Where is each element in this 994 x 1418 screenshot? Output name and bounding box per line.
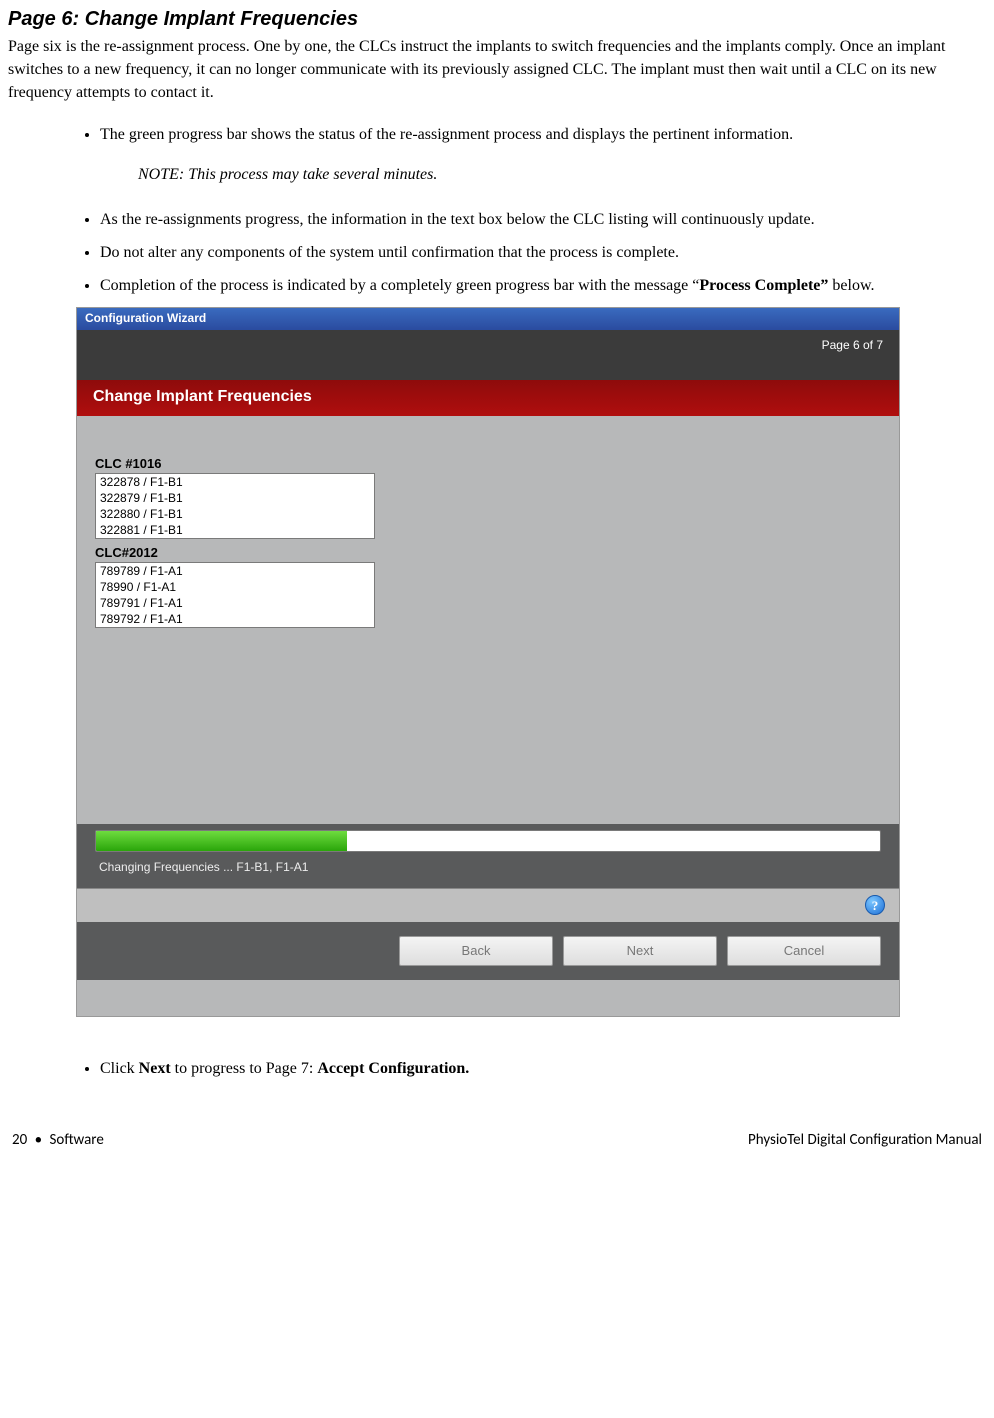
back-button[interactable]: Back (399, 936, 553, 966)
list-item[interactable]: 789789 / F1-A1 (96, 563, 374, 579)
page-heading: Page 6: Change Implant Frequencies (8, 8, 986, 31)
wizard-banner: Change Implant Frequencies (77, 380, 899, 416)
list-item[interactable]: 789791 / F1-A1 (96, 595, 374, 611)
wizard-window: Configuration Wizard Page 6 of 7 Change … (76, 307, 900, 1017)
note-text: NOTE: This process may take several minu… (138, 166, 986, 184)
clc2-label: CLC#2012 (95, 545, 881, 560)
post-prefix: Click (100, 1060, 139, 1077)
progress-fill (96, 831, 347, 851)
list-item: Do not alter any components of the syste… (100, 241, 986, 264)
clc1-label: CLC #1016 (95, 456, 881, 471)
clc2-list[interactable]: 789789 / F1-A1 78990 / F1-A1 789791 / F1… (95, 562, 375, 628)
footer-section: Software (50, 1131, 104, 1149)
list-item: Completion of the process is indicated b… (100, 274, 986, 297)
list-item[interactable]: 322880 / F1-B1 (96, 506, 374, 522)
clc-groups: CLC #1016 322878 / F1-B1 322879 / F1-B1 … (95, 456, 881, 876)
window-header: Page 6 of 7 (77, 330, 899, 380)
list-item[interactable]: 322879 / F1-B1 (96, 490, 374, 506)
help-row: ? (77, 888, 899, 922)
bullet3-prefix: Completion of the process is indicated b… (100, 277, 699, 294)
cancel-button[interactable]: Cancel (727, 936, 881, 966)
list-item: The green progress bar shows the status … (100, 123, 986, 146)
list-item[interactable]: 322881 / F1-B1 (96, 522, 374, 538)
page-number: 20 (12, 1131, 27, 1149)
wizard-button-row: Back Next Cancel (77, 922, 899, 980)
list-item: As the re-assignments progress, the info… (100, 208, 986, 231)
post-bullet-list: Click Next to progress to Page 7: Accept… (70, 1057, 986, 1080)
wizard-body: CLC #1016 322878 / F1-B1 322879 / F1-B1 … (77, 416, 899, 888)
list-item[interactable]: 322878 / F1-B1 (96, 474, 374, 490)
bullet3-bold: Process Complete” (699, 277, 828, 294)
bullet-list-2: As the re-assignments progress, the info… (70, 208, 986, 298)
bullet-list-1: The green progress bar shows the status … (70, 123, 986, 146)
next-button[interactable]: Next (563, 936, 717, 966)
footer-left: 20 • Software (12, 1131, 104, 1149)
list-item[interactable]: 78990 / F1-A1 (96, 579, 374, 595)
intro-paragraph: Page six is the re-assignment process. O… (8, 35, 986, 105)
bullet3-suffix: below. (828, 277, 874, 294)
window-title-bar: Configuration Wizard (77, 308, 899, 330)
post-mid: to progress to Page 7: (171, 1060, 318, 1077)
list-item: Click Next to progress to Page 7: Accept… (100, 1057, 986, 1080)
clc1-list[interactable]: 322878 / F1-B1 322879 / F1-B1 322880 / F… (95, 473, 375, 539)
wizard-bottom-spacer (77, 980, 899, 1016)
help-icon[interactable]: ? (865, 895, 885, 915)
post-b1: Next (139, 1060, 171, 1077)
post-b2: Accept Configuration. (317, 1060, 469, 1077)
footer-right: PhysioTel Digital Configuration Manual (748, 1131, 982, 1149)
page-footer: 20 • Software PhysioTel Digital Configur… (8, 1131, 986, 1149)
progress-bar (95, 830, 881, 852)
list-item[interactable]: 789792 / F1-A1 (96, 611, 374, 627)
footer-dot: • (35, 1131, 42, 1149)
status-text: Changing Frequencies ... F1-B1, F1-A1 (95, 856, 881, 876)
page-indicator: Page 6 of 7 (822, 338, 883, 352)
